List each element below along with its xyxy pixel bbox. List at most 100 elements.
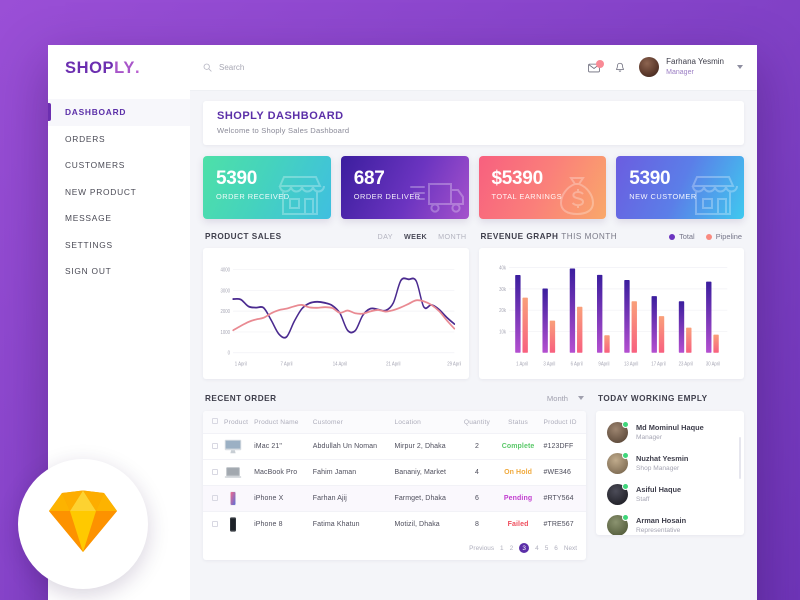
pagination-next[interactable]: Next bbox=[564, 545, 577, 552]
table-row[interactable]: iPhone X Farhan Ajij Farmget, Dhaka 6 Pe… bbox=[203, 485, 586, 512]
checkbox-icon[interactable] bbox=[212, 468, 218, 475]
row-thumbnail-cell bbox=[221, 459, 252, 486]
cell-product-name: iMac 21" bbox=[251, 433, 310, 460]
product-sales-chart[interactable]: 4000 3000 2000 1000 0 1 April 7 April 14 April 2… bbox=[203, 248, 469, 379]
cell-customer: Farhan Ajij bbox=[309, 485, 392, 512]
pagination-previous[interactable]: Previous bbox=[469, 545, 494, 552]
avatar bbox=[639, 57, 660, 78]
sidebar-item-sign-out[interactable]: SIGN OUT bbox=[48, 258, 190, 285]
employee-name: Nuzhat Yesmin bbox=[636, 453, 689, 463]
svg-text:13 April: 13 April bbox=[624, 361, 638, 368]
sidebar-item-label: SETTINGS bbox=[65, 239, 113, 250]
row-checkbox-cell[interactable] bbox=[203, 433, 221, 460]
search-icon bbox=[203, 59, 212, 77]
sidebar-item-message[interactable]: MESSAGE bbox=[48, 205, 190, 232]
list-item[interactable]: Arman Hosain Representative bbox=[596, 510, 744, 535]
legend-label: Total bbox=[679, 232, 695, 241]
bell-icon[interactable] bbox=[615, 62, 625, 74]
avatar bbox=[607, 514, 629, 535]
toggle-day[interactable]: DAY bbox=[378, 232, 393, 241]
svg-text:3000: 3000 bbox=[220, 288, 230, 295]
pagination-page-6[interactable]: 6 bbox=[554, 545, 558, 552]
list-item[interactable]: Nuzhat Yesmin Shop Manager bbox=[596, 448, 744, 479]
pagination-page-4[interactable]: 4 bbox=[535, 545, 539, 552]
svg-text:4000: 4000 bbox=[220, 267, 230, 274]
cell-location: Bananiy, Market bbox=[391, 459, 459, 486]
table-body: iMac 21" Abdullah Un Noman Mirpur 2, Dha… bbox=[203, 433, 586, 537]
stat-card-order-received[interactable]: 5390 ORDER RECEIVED bbox=[203, 156, 331, 219]
sidebar-item-dashboard[interactable]: DASHBOARD bbox=[48, 99, 190, 126]
search-input[interactable] bbox=[219, 63, 349, 72]
stat-card-order-deliver[interactable]: 687 ORDER DELIVER bbox=[340, 156, 469, 219]
sidebar-item-customers[interactable]: CUSTOMERS bbox=[48, 152, 190, 179]
cell-product-name: MacBook Pro bbox=[251, 459, 310, 486]
column-product-name: Product Name bbox=[251, 411, 310, 434]
app-window: SHOP LY. DASHBOARD ORDERS CUSTOMERS NEW P… bbox=[48, 45, 757, 600]
stat-card-new-customer[interactable]: 5390 NEW CUSTOMER bbox=[616, 156, 744, 219]
user-role: Manager bbox=[666, 69, 694, 77]
status-badge: Failed bbox=[495, 511, 541, 537]
pagination-page-2[interactable]: 2 bbox=[510, 545, 514, 552]
product-sales-title: PRODUCT SALES bbox=[205, 232, 282, 241]
employee-role: Representative bbox=[636, 527, 681, 535]
column-select-all[interactable] bbox=[203, 411, 221, 434]
recent-order-panel: RECENT ORDER Month Product Product Name … bbox=[203, 392, 586, 560]
sidebar-item-orders[interactable]: ORDERS bbox=[48, 126, 190, 153]
checkbox-icon[interactable] bbox=[212, 520, 218, 527]
cell-product-id: #RTY564 bbox=[540, 485, 586, 512]
list-item[interactable]: Asiful Haque Staff bbox=[596, 479, 744, 510]
revenue-graph-header: REVENUE GRAPH THIS MONTH Total Pipeline bbox=[479, 232, 745, 241]
employee-role: Shop Manager bbox=[636, 465, 680, 473]
sidebar-item-settings[interactable]: SETTINGS bbox=[48, 232, 190, 259]
list-item[interactable]: Md Mominul Haque Manager bbox=[596, 417, 744, 448]
table-row[interactable]: iMac 21" Abdullah Un Noman Mirpur 2, Dha… bbox=[203, 433, 586, 460]
toggle-week[interactable]: WEEK bbox=[404, 232, 427, 241]
checkbox-icon[interactable] bbox=[212, 418, 218, 424]
row-checkbox-cell[interactable] bbox=[203, 511, 221, 537]
pagination-page-3-current[interactable]: 3 bbox=[519, 543, 530, 553]
table-row[interactable]: MacBook Pro Fahim Jaman Bananiy, Market … bbox=[203, 459, 586, 486]
pagination-page-1[interactable]: 1 bbox=[500, 545, 504, 552]
svg-text:2000: 2000 bbox=[220, 309, 230, 316]
status-badge: On Hold bbox=[495, 459, 541, 486]
svg-text:14 April: 14 April bbox=[333, 361, 347, 368]
cell-quantity: 2 bbox=[458, 433, 496, 460]
pagination-page-5[interactable]: 5 bbox=[545, 545, 549, 552]
macbook-thumbnail bbox=[224, 465, 248, 480]
checkbox-icon[interactable] bbox=[212, 494, 218, 501]
search-bar[interactable] bbox=[203, 59, 588, 77]
envelope-icon[interactable] bbox=[588, 59, 605, 73]
employees-header: TODAY WORKING EMPLY bbox=[596, 392, 744, 404]
sidebar-item-new-product[interactable]: NEW PRODUCT bbox=[48, 179, 190, 206]
stat-card-total-earnings[interactable]: $5390 TOTAL EARNINGS bbox=[478, 156, 607, 219]
revenue-bar-chart[interactable]: 40k 30k 20k 10k 1 April 3 April 6 April 9April 1… bbox=[478, 248, 744, 379]
toggle-month[interactable]: MONTH bbox=[438, 232, 466, 241]
checkbox-icon[interactable] bbox=[212, 442, 218, 449]
avatar bbox=[607, 421, 629, 443]
cell-product-id: #TRE567 bbox=[540, 511, 586, 537]
scrollbar[interactable] bbox=[739, 437, 741, 479]
table-row[interactable]: iPhone 8 Fatima Khatun Motizil, Dhaka 8 … bbox=[203, 511, 586, 537]
row-checkbox-cell[interactable] bbox=[203, 485, 221, 512]
sidebar-item-label: DASHBOARD bbox=[65, 107, 127, 118]
employee-name: Md Mominul Haque bbox=[636, 422, 704, 432]
row-checkbox-cell[interactable] bbox=[203, 459, 221, 486]
brand-logo[interactable]: SHOP LY. bbox=[48, 45, 190, 91]
chevron-down-icon[interactable] bbox=[737, 65, 743, 70]
employees-title: TODAY WORKING EMPLY bbox=[598, 393, 708, 403]
svg-text:6 April: 6 April bbox=[570, 361, 582, 368]
cell-customer: Abdullah Un Noman bbox=[309, 433, 392, 460]
month-filter-select[interactable]: Month bbox=[547, 394, 584, 403]
imac-thumbnail bbox=[224, 439, 248, 454]
svg-text:3 April: 3 April bbox=[543, 361, 555, 368]
legend-label: Pipeline bbox=[715, 232, 742, 241]
status-text: Complete bbox=[501, 443, 535, 450]
online-status-dot bbox=[622, 514, 629, 521]
column-customer: Customer bbox=[309, 411, 392, 434]
cell-location: Farmget, Dhaka bbox=[391, 485, 459, 512]
user-profile-menu[interactable]: Farhana Yesmin Manager bbox=[639, 57, 743, 78]
employee-name: Asiful Haque bbox=[636, 484, 682, 494]
cell-location: Mirpur 2, Dhaka bbox=[391, 433, 459, 460]
cell-customer: Fatima Khatun bbox=[309, 511, 392, 537]
sidebar-item-label: ORDERS bbox=[65, 133, 106, 144]
